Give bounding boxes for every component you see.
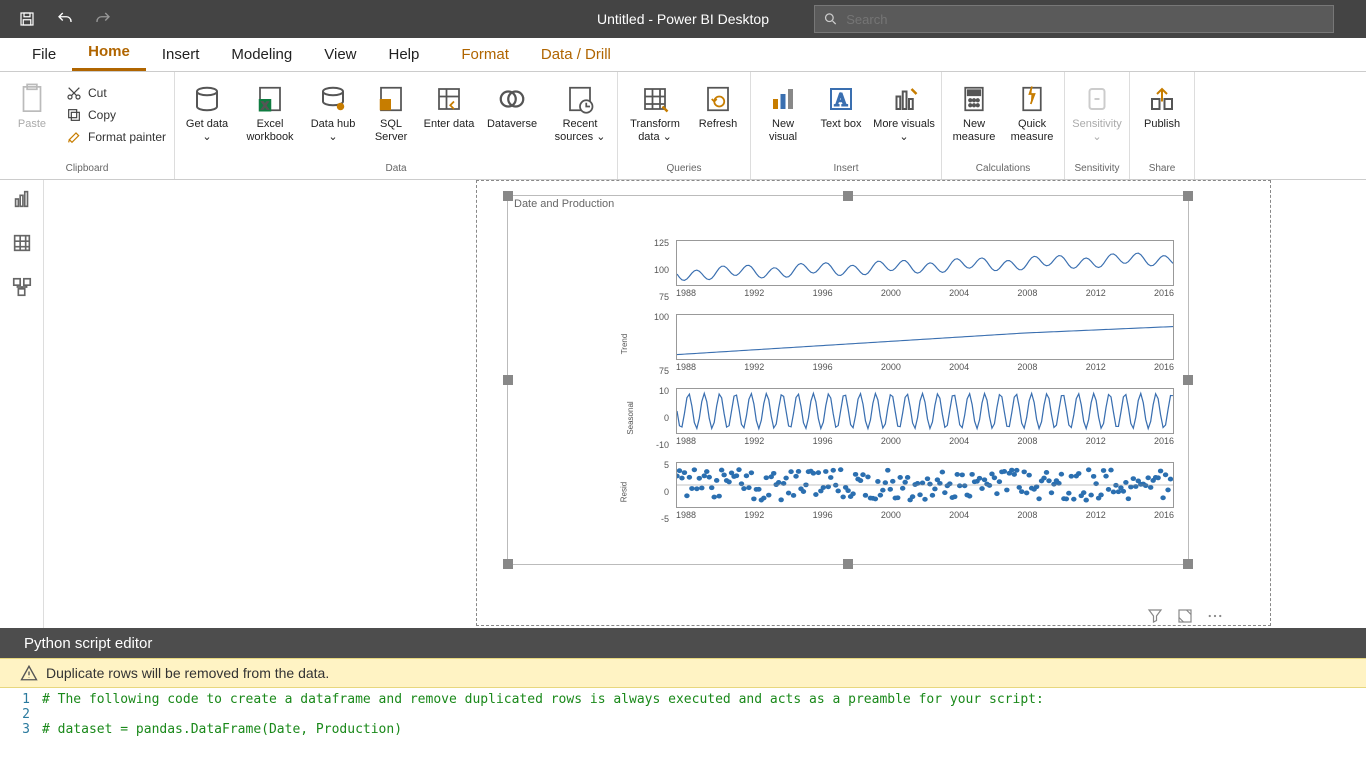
scissors-icon	[66, 85, 82, 101]
menu-data-drill[interactable]: Data / Drill	[525, 40, 627, 71]
new-visual-button[interactable]: New visual	[757, 80, 809, 162]
quick-measure-button[interactable]: Quick measure	[1006, 80, 1058, 162]
get-data-button[interactable]: Get data ⌄	[181, 80, 233, 162]
x-axis: 19881992199620002004200820122016	[676, 288, 1174, 300]
group-data-label: Data	[181, 163, 611, 179]
chart-seasonal: Seasonal 10 0 -10 1988199219962000200420…	[628, 388, 1178, 448]
format-painter-button[interactable]: Format painter	[64, 128, 168, 146]
dataverse-button[interactable]: Dataverse	[481, 80, 543, 162]
resize-handle[interactable]	[843, 191, 853, 201]
focus-mode-icon[interactable]	[1176, 607, 1194, 625]
group-queries-label: Queries	[624, 163, 744, 179]
data-view-icon[interactable]	[11, 232, 33, 254]
resize-handle[interactable]	[843, 559, 853, 569]
resize-handle[interactable]	[1183, 559, 1193, 569]
report-view-icon[interactable]	[11, 188, 33, 210]
x-axis: 19881992199620002004200820122016	[676, 510, 1174, 522]
model-view-icon[interactable]	[11, 276, 33, 298]
resize-handle[interactable]	[503, 559, 513, 569]
excel-button[interactable]: XExcel workbook	[239, 80, 301, 162]
view-rail	[0, 180, 44, 628]
ribbon: Paste Cut Copy Format painter Clipboard …	[0, 72, 1366, 180]
warning-text: Duplicate rows will be removed from the …	[46, 665, 329, 681]
python-editor-header[interactable]: Python script editor	[0, 628, 1366, 658]
menu-view[interactable]: View	[308, 40, 372, 71]
transform-data-button[interactable]: Transform data ⌄	[624, 80, 686, 162]
sql-server-button[interactable]: SQL Server	[365, 80, 417, 162]
warning-bar: Duplicate rows will be removed from the …	[0, 658, 1366, 688]
save-icon[interactable]	[18, 10, 36, 28]
svg-text:X: X	[262, 101, 269, 112]
warning-icon	[20, 664, 38, 682]
resize-handle[interactable]	[503, 191, 513, 201]
data-hub-button[interactable]: Data hub ⌄	[307, 80, 359, 162]
menu-bar: File Home Insert Modeling View Help Form…	[0, 38, 1366, 72]
copy-icon	[66, 107, 82, 123]
menu-modeling[interactable]: Modeling	[215, 40, 308, 71]
brush-icon	[66, 129, 82, 145]
x-axis: 19881992199620002004200820122016	[676, 436, 1174, 448]
enter-data-button[interactable]: Enter data	[423, 80, 475, 162]
search-box[interactable]	[814, 5, 1334, 33]
publish-button[interactable]: Publish	[1136, 80, 1188, 162]
python-visual[interactable]: Date and Production 125 100 75 198819921…	[507, 195, 1189, 565]
group-sens-label: Sensitivity	[1071, 163, 1123, 179]
code-editor[interactable]: 1# The following code to create a datafr…	[0, 688, 1366, 737]
search-input[interactable]	[846, 12, 1325, 27]
group-insert-label: Insert	[757, 163, 935, 179]
report-canvas[interactable]: Date and Production 125 100 75 198819921…	[44, 180, 1366, 628]
more-visuals-button[interactable]: More visuals ⌄	[873, 80, 935, 162]
refresh-button[interactable]: Refresh	[692, 80, 744, 162]
undo-icon[interactable]	[56, 10, 74, 28]
recent-sources-button[interactable]: Recent sources ⌄	[549, 80, 611, 162]
resize-handle[interactable]	[1183, 375, 1193, 385]
menu-file[interactable]: File	[16, 40, 72, 71]
search-icon	[823, 11, 838, 27]
new-measure-button[interactable]: New measure	[948, 80, 1000, 162]
chart-trend: Trend 100 75 198819921996200020042008201…	[628, 314, 1178, 374]
cut-button[interactable]: Cut	[64, 84, 168, 102]
menu-home[interactable]: Home	[72, 37, 146, 71]
report-page[interactable]: Date and Production 125 100 75 198819921…	[476, 180, 1271, 626]
group-clipboard-label: Clipboard	[6, 163, 168, 179]
menu-format[interactable]: Format	[445, 40, 525, 71]
more-options-icon[interactable]	[1206, 607, 1224, 625]
chart-observed: 125 100 75 19881992199620002004200820122…	[628, 240, 1178, 300]
copy-button[interactable]: Copy	[64, 106, 168, 124]
resize-handle[interactable]	[503, 375, 513, 385]
workspace: Date and Production 125 100 75 198819921…	[0, 180, 1366, 628]
menu-insert[interactable]: Insert	[146, 40, 216, 71]
chart-resid: Resid 5 0 -5 198819921996200020042008201…	[628, 462, 1178, 522]
sensitivity-button[interactable]: Sensitivity ⌄	[1071, 80, 1123, 162]
group-calc-label: Calculations	[948, 163, 1058, 179]
paste-button[interactable]: Paste	[6, 80, 58, 162]
text-box-button[interactable]: AText box	[815, 80, 867, 162]
resize-handle[interactable]	[1183, 191, 1193, 201]
redo-icon[interactable]	[94, 10, 112, 28]
group-share-label: Share	[1136, 163, 1188, 179]
app-title: Untitled - Power BI Desktop	[597, 11, 769, 27]
x-axis: 19881992199620002004200820122016	[676, 362, 1174, 374]
svg-text:A: A	[835, 89, 848, 109]
menu-help[interactable]: Help	[373, 40, 436, 71]
title-bar: Untitled - Power BI Desktop	[0, 0, 1366, 38]
chart-area: 125 100 75 19881992199620002004200820122…	[628, 240, 1178, 546]
filter-icon[interactable]	[1146, 607, 1164, 625]
